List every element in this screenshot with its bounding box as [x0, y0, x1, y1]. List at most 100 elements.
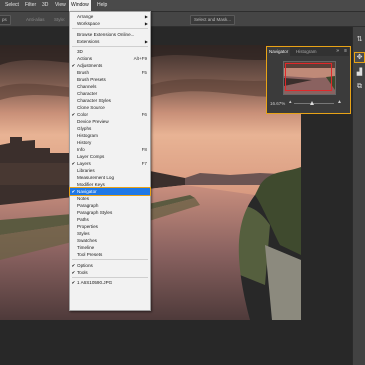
- tab-histogram[interactable]: Histogram: [294, 47, 319, 56]
- menu-item-label: Modifier Keys: [77, 182, 105, 187]
- menu-item-color[interactable]: ✔ Color F6: [70, 111, 150, 118]
- menu-item-swatches[interactable]: Swatches: [70, 237, 150, 244]
- select-and-mask-button[interactable]: Select and Mask...: [190, 15, 236, 25]
- menu-view[interactable]: View: [53, 0, 68, 11]
- menu-item-3d[interactable]: 3D: [70, 48, 150, 55]
- menu-item-history[interactable]: History: [70, 139, 150, 146]
- menu-help[interactable]: Help: [95, 0, 109, 11]
- menu-item-label: Tool Presets: [77, 252, 103, 257]
- view-box[interactable]: [285, 63, 332, 91]
- menu-separator: [72, 45, 148, 47]
- menu-item-label: Clone Source: [77, 105, 105, 110]
- menu-item-label: Layer Comps: [77, 154, 105, 159]
- menu-item-browse-extensions-online[interactable]: Browse Extensions Online...: [70, 31, 150, 38]
- menu-window[interactable]: Window: [69, 0, 91, 11]
- menu-item-options[interactable]: ✔ Options: [70, 262, 150, 269]
- menu-item-label: Info: [77, 147, 85, 152]
- checkmark-icon: ✔: [71, 269, 76, 275]
- menu-item-brush[interactable]: Brush F5: [70, 69, 150, 76]
- navigator-thumbnail[interactable]: [283, 61, 336, 95]
- menu-item-workspace[interactable]: Workspace ▶: [70, 20, 150, 27]
- zoom-slider[interactable]: [294, 101, 334, 105]
- zoom-in-icon[interactable]: ▲: [337, 99, 342, 105]
- menu-item-label: History: [77, 140, 92, 145]
- menu-item-navigator[interactable]: ✔ Navigator: [69, 187, 151, 196]
- menu-item-label: Histogram: [77, 133, 98, 138]
- options-feather-field[interactable]: ps: [0, 15, 11, 25]
- menu-item-label: Options: [77, 262, 93, 268]
- menu-select[interactable]: Select: [3, 0, 21, 11]
- zoom-level[interactable]: 16.67%: [270, 101, 285, 106]
- menu-item-paragraph[interactable]: Paragraph: [70, 202, 150, 209]
- menu-item-character[interactable]: Character: [70, 90, 150, 97]
- menu-item-brush-presets[interactable]: Brush Presets: [70, 76, 150, 83]
- menu-filter[interactable]: Filter: [23, 0, 38, 11]
- menu-item-notes[interactable]: Notes: [70, 195, 150, 202]
- style-label: Style:: [54, 17, 66, 22]
- checkmark-icon: ✔: [71, 112, 76, 117]
- menu-item-timeline[interactable]: Timeline: [70, 244, 150, 251]
- menu-item-label: Color: [77, 112, 88, 117]
- menu-item-measurement-log[interactable]: Measurement Log: [70, 174, 150, 181]
- menu-item-shortcut: F6: [141, 112, 147, 117]
- clone-icon[interactable]: ⧉: [355, 82, 364, 91]
- menu-item-arrange[interactable]: Arrange ▶: [70, 13, 150, 20]
- menu-item-channels[interactable]: Channels: [70, 83, 150, 90]
- tab-navigator[interactable]: Navigator: [267, 47, 291, 56]
- histogram-icon[interactable]: ▟: [355, 68, 364, 77]
- menu-item-info[interactable]: Info F8: [70, 146, 150, 153]
- checkmark-icon: ✔: [71, 280, 76, 285]
- zoom-slider-knob[interactable]: [310, 101, 314, 105]
- menu-item-layer-comps[interactable]: Layer Comps: [70, 153, 150, 160]
- menu-3d[interactable]: 3D: [40, 0, 50, 11]
- panel-menu-icon[interactable]: ≡: [344, 47, 347, 56]
- menu-item-label: Navigator: [77, 189, 97, 194]
- menu-item-libraries[interactable]: Libraries: [70, 167, 150, 174]
- options-bar: ps Anti-alias Style: Select and Mask...: [0, 12, 365, 27]
- menu-item-label: Brush Presets: [77, 77, 106, 82]
- menu-item-label: Character: [77, 91, 98, 96]
- menu-item-label: Arrange: [77, 14, 94, 19]
- menu-item-extensions[interactable]: Extensions ▶: [70, 38, 150, 45]
- anti-alias-checkbox[interactable]: Anti-alias: [22, 15, 49, 25]
- menu-item-label: Paragraph: [77, 203, 99, 208]
- more-panels-icon[interactable]: »: [336, 47, 339, 56]
- menu-item-paths[interactable]: Paths: [70, 216, 150, 223]
- menu-item-tools[interactable]: ✔ Tools: [70, 269, 150, 276]
- menu-item-adjustments[interactable]: ✔ Adjustments: [70, 62, 150, 69]
- menu-item-label: Browse Extensions Online...: [77, 31, 135, 37]
- menu-item-label: Character Styles: [77, 98, 111, 103]
- menu-item-1-a6s10590-jpg[interactable]: ✔ 1 A6S10590.JPG: [70, 279, 150, 286]
- menu-separator: [72, 259, 148, 261]
- menu-item-label: Timeline: [77, 245, 95, 250]
- menu-item-label: Extensions: [77, 38, 100, 44]
- menu-item-label: Channels: [77, 84, 97, 89]
- menu-item-character-styles[interactable]: Character Styles: [70, 97, 150, 104]
- menu-item-device-preview[interactable]: Device Preview: [70, 118, 150, 125]
- menu-item-paragraph-styles[interactable]: Paragraph Styles: [70, 209, 150, 216]
- menu-item-clone-source[interactable]: Clone Source: [70, 104, 150, 111]
- menu-item-label: Swatches: [77, 238, 97, 243]
- menu-item-label: Tools: [77, 269, 88, 275]
- menu-item-label: Paths: [77, 217, 89, 222]
- arrange-icon[interactable]: ⇅: [355, 35, 364, 44]
- menu-item-glyphs[interactable]: Glyphs: [70, 125, 150, 132]
- menu-item-tool-presets[interactable]: Tool Presets: [70, 251, 150, 258]
- navigator-icon[interactable]: ✥: [354, 52, 365, 63]
- menu-bar: Select Filter 3D View Window Help: [0, 0, 365, 12]
- menu-item-label: Layers: [77, 161, 91, 166]
- menu-item-actions[interactable]: Actions Alt+F9: [70, 55, 150, 62]
- menu-item-properties[interactable]: Properties: [70, 223, 150, 230]
- menu-item-histogram[interactable]: Histogram: [70, 132, 150, 139]
- zoom-out-icon[interactable]: ▴: [289, 99, 292, 105]
- menu-item-modifier-keys[interactable]: Modifier Keys: [70, 181, 150, 188]
- checkmark-icon: ✔: [71, 262, 76, 268]
- submenu-arrow-icon: ▶: [144, 21, 148, 26]
- menu-item-shortcut: F7: [141, 161, 147, 166]
- panel-tabs: Navigator Histogram » ≡: [267, 47, 349, 56]
- menu-item-shortcut: F8: [141, 147, 147, 152]
- menu-item-label: Properties: [77, 224, 98, 229]
- menu-item-styles[interactable]: Styles: [70, 230, 150, 237]
- menu-item-layers[interactable]: ✔ Layers F7: [70, 160, 150, 167]
- menu-item-label: 1 A6S10590.JPG: [77, 280, 113, 285]
